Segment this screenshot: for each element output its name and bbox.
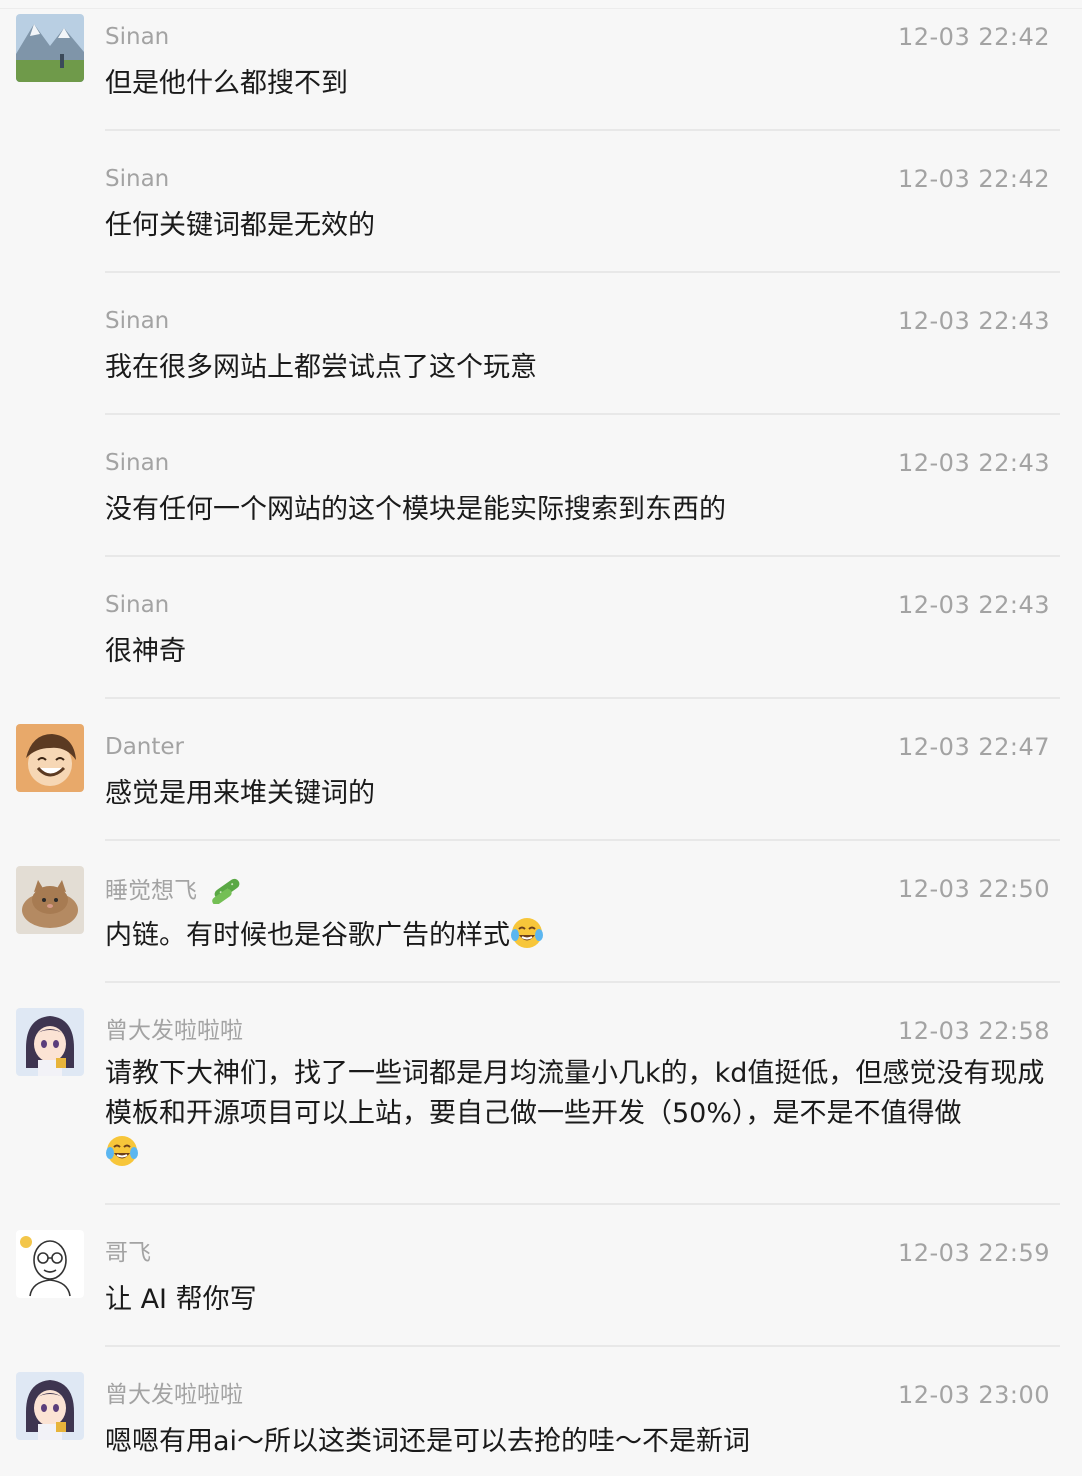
message-item: 曾大发啦啦啦 12-03 22:58 请教下大神们，找了一些词都是月均流量小几k… [0,1006,1082,1202]
message-time: 12-03 22:43 [897,449,1050,477]
message-text: 没有任何一个网站的这个模块是能实际搜索到东西的 [105,494,726,525]
sender-name: Sinan [105,450,170,476]
sender-name: Danter [105,734,185,760]
message-item: Sinan 12-03 22:42 任何关键词都是无效的 [0,154,1082,270]
sender-name: Sinan [105,24,170,50]
message-text: 但是他什么都搜不到 [105,68,348,99]
message-item: Sinan 12-03 22:42 但是他什么都搜不到 [0,12,1082,140]
message-time: 12-03 22:47 [897,733,1050,761]
cucumber-icon [212,878,240,904]
tears-of-joy-emoji-icon [511,918,543,948]
anime-girl-avatar-icon [16,1372,84,1440]
message-separator [105,839,1060,841]
sender-name: 哥飞 [105,1240,151,1266]
message-separator [105,1203,1060,1205]
top-divider [0,8,1082,9]
message-separator [105,271,1060,273]
message-text-content: 内链。有时候也是谷歌广告的样式 [105,920,510,951]
message-time: 12-03 22:59 [897,1239,1050,1267]
avatar-gefei[interactable] [16,1230,84,1298]
message-time: 12-03 22:43 [897,591,1050,619]
message-separator [105,697,1060,699]
message-item: 哥飞 12-03 22:59 让 AI 帮你写 [0,1228,1082,1344]
message-item: Sinan 12-03 22:43 我在很多网站上都尝试点了这个玩意 [0,296,1082,412]
message-text: 很神奇 [105,636,186,667]
message-item: Sinan 12-03 22:43 没有任何一个网站的这个模块是能实际搜索到东西… [0,438,1082,554]
message-separator [105,413,1060,415]
message-time: 12-03 23:00 [897,1381,1050,1409]
message-time: 12-03 22:42 [897,23,1050,51]
message-text: 内链。有时候也是谷歌广告的样式 [105,916,1060,956]
avatar-sinan[interactable] [16,14,84,82]
message-text: 我在很多网站上都尝试点了这个玩意 [105,352,537,383]
message-time: 12-03 22:43 [897,307,1050,335]
message-time: 12-03 22:42 [897,165,1050,193]
message-text-content: 请教下大神们，找了一些词都是月均流量小几k的，kd值挺低，但感觉没有现成模板和开… [105,1058,1045,1129]
avatar-cat[interactable] [16,866,84,934]
anime-girl-avatar-icon [16,1008,84,1076]
glasses-man-avatar-icon [16,1230,84,1298]
chat-history: Sinan 12-03 22:42 但是他什么都搜不到 Sinan 12-03 … [0,0,1082,1476]
tears-of-joy-emoji-icon [106,1136,138,1166]
mountain-landscape-avatar-icon [16,14,84,82]
message-separator [105,129,1060,131]
message-time: 12-03 22:58 [897,1017,1050,1045]
message-text: 嗯嗯有用ai～所以这类词还是可以去抢的哇～不是新词 [105,1426,751,1457]
cat-avatar-icon [16,866,84,934]
message-text: 任何关键词都是无效的 [105,210,375,241]
sender-name: Sinan [105,592,170,618]
message-item: 曾大发啦啦啦 12-03 23:00 嗯嗯有用ai～所以这类词还是可以去抢的哇～… [0,1370,1082,1476]
anime-boy-avatar-icon [16,724,84,792]
message-text: 让 AI 帮你写 [105,1284,257,1315]
sender-name: Sinan [105,166,170,192]
message-time: 12-03 22:50 [897,875,1050,903]
avatar-anime-girl[interactable] [16,1008,84,1076]
message-text: 感觉是用来堆关键词的 [105,778,375,809]
message-separator [105,555,1060,557]
sender-name-text: 睡觉想飞 [105,878,197,904]
sender-name: 睡觉想飞 [105,874,244,906]
avatar-danter[interactable] [16,724,84,792]
message-separator [105,981,1060,983]
sender-name: 曾大发啦啦啦 [105,1018,243,1044]
message-item: 睡觉想飞 12-03 22:50 内链。有时候也是谷歌广告的样式 [0,864,1082,980]
sender-name: Sinan [105,308,170,334]
sender-name: 曾大发啦啦啦 [105,1382,243,1408]
avatar-anime-girl[interactable] [16,1372,84,1440]
message-separator [105,1345,1060,1347]
message-item: Danter 12-03 22:47 感觉是用来堆关键词的 [0,722,1082,838]
message-item: Sinan 12-03 22:43 很神奇 [0,580,1082,696]
message-text: 请教下大神们，找了一些词都是月均流量小几k的，kd值挺低，但感觉没有现成模板和开… [105,1054,1060,1174]
